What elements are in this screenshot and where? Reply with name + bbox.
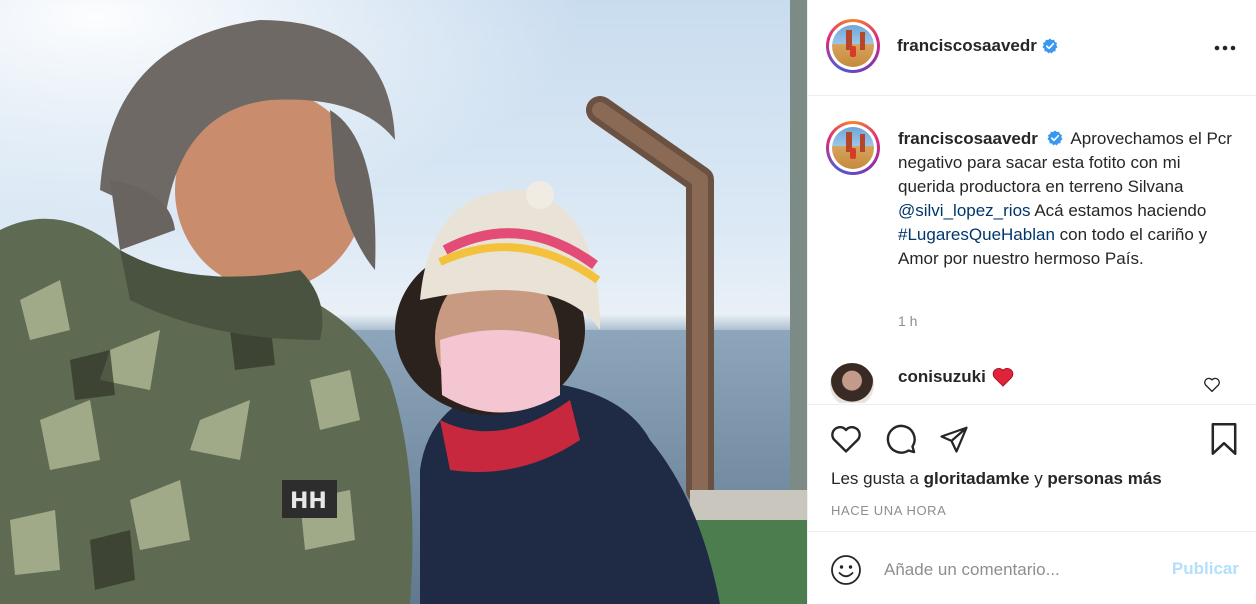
commenter-username[interactable]: conisuzuki bbox=[898, 367, 986, 387]
author-avatar[interactable] bbox=[826, 19, 880, 73]
avatar-image bbox=[832, 127, 874, 169]
verified-badge-icon bbox=[1042, 38, 1058, 54]
emoji-smiley-icon[interactable] bbox=[830, 554, 862, 586]
author-name-block: franciscosaavedr bbox=[897, 36, 1058, 56]
post-photo[interactable]: HH bbox=[0, 0, 807, 604]
likes-joiner: y bbox=[1034, 469, 1043, 488]
comment-bubble-icon[interactable] bbox=[884, 422, 918, 456]
add-comment-bar: Publicar bbox=[808, 531, 1256, 604]
verified-badge-icon bbox=[1047, 130, 1063, 146]
likes-prefix: Les gusta a bbox=[831, 469, 919, 488]
publish-button[interactable]: Publicar bbox=[1172, 559, 1239, 579]
post-sidebar: franciscosaavedr franciscosaavedr Aprove… bbox=[807, 0, 1256, 604]
caption-hashtag-link[interactable]: #LugaresQueHablan bbox=[898, 225, 1055, 244]
author-username[interactable]: franciscosaavedr bbox=[897, 36, 1037, 56]
svg-text:HH: HH bbox=[290, 489, 327, 514]
post-header: franciscosaavedr bbox=[808, 0, 1256, 96]
post-actions: Les gusta a gloritadamke y personas más … bbox=[808, 404, 1256, 530]
likes-summary: Les gusta a gloritadamke y personas más bbox=[831, 469, 1162, 489]
post-timestamp[interactable]: HACE UNA HORA bbox=[831, 503, 946, 518]
liked-by-others-link[interactable]: personas más bbox=[1047, 469, 1161, 488]
caption-time[interactable]: 1 h bbox=[898, 313, 917, 329]
like-heart-icon[interactable] bbox=[829, 422, 863, 456]
caption-body-2: Acá estamos haciendo bbox=[1034, 201, 1207, 220]
caption-text: franciscosaavedr Aprovechamos el Pcr neg… bbox=[898, 127, 1240, 271]
caption-username[interactable]: franciscosaavedr bbox=[898, 129, 1038, 148]
red-heart-emoji-icon bbox=[992, 368, 1014, 387]
commenter-avatar[interactable] bbox=[830, 363, 874, 403]
comment-row: conisuzuki bbox=[808, 361, 1256, 403]
comment-input[interactable] bbox=[884, 554, 1154, 586]
more-horizontal-icon[interactable] bbox=[1213, 36, 1237, 60]
caption-author-avatar[interactable] bbox=[826, 121, 880, 175]
caption-mention-link[interactable]: @silvi_lopez_rios bbox=[898, 201, 1031, 220]
comments-section[interactable]: franciscosaavedr Aprovechamos el Pcr neg… bbox=[808, 97, 1256, 403]
liked-by-user[interactable]: gloritadamke bbox=[924, 469, 1030, 488]
save-bookmark-icon[interactable] bbox=[1207, 422, 1241, 456]
photo-illustration: HH bbox=[0, 0, 807, 604]
avatar-image bbox=[832, 25, 874, 67]
share-send-icon[interactable] bbox=[937, 422, 971, 456]
comment-like-heart-icon[interactable] bbox=[1203, 376, 1221, 394]
